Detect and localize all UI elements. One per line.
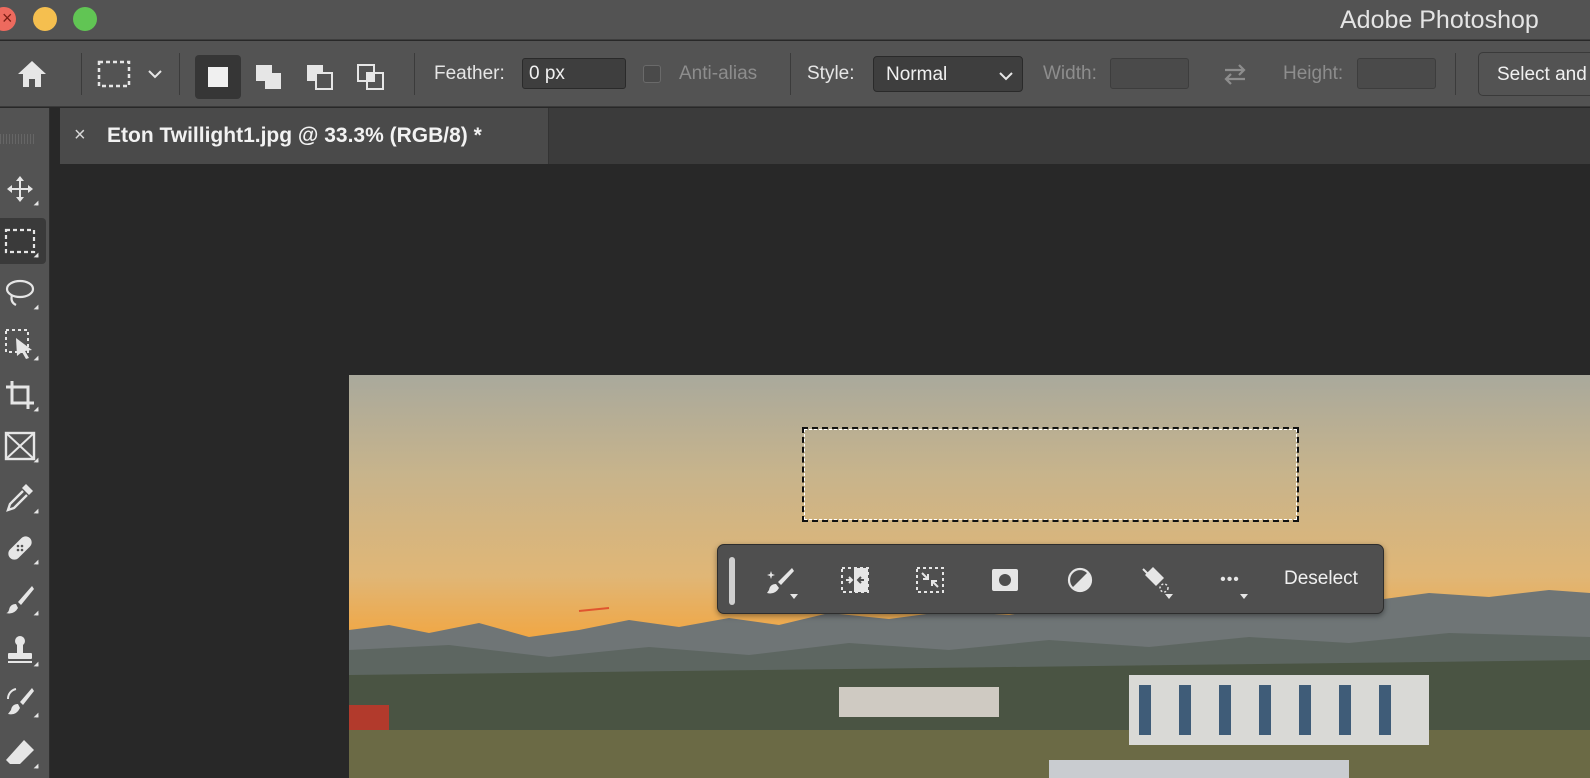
style-select-value: Normal [886, 64, 948, 85]
generative-fill-button[interactable] [758, 559, 802, 601]
history-brush-tool[interactable] [0, 678, 46, 724]
stamp-icon [8, 636, 32, 663]
healing-brush-tool[interactable] [0, 525, 46, 571]
mask-icon [992, 569, 1018, 591]
create-mask-button[interactable] [983, 559, 1027, 601]
add-to-selection-button[interactable] [246, 55, 292, 99]
panel-grip[interactable] [0, 134, 36, 144]
lasso-icon [5, 279, 35, 306]
add-selection-icon [256, 65, 281, 89]
selection-marquee[interactable] [802, 427, 1299, 522]
anti-alias-checkbox[interactable] [643, 65, 661, 83]
crop-icon [6, 381, 34, 409]
paint-bucket-icon [1142, 567, 1169, 593]
adjustment-layer-button[interactable] [1058, 559, 1102, 601]
frame-icon [4, 431, 36, 461]
deselect-button[interactable]: Deselect [1284, 568, 1358, 590]
anti-alias-label: Anti-alias [679, 63, 758, 84]
expand-selection-icon [841, 567, 869, 593]
marquee-preset-icon[interactable] [94, 57, 134, 91]
brush-icon [6, 586, 34, 614]
subtract-selection-icon [307, 65, 333, 90]
style-label: Style: [807, 63, 855, 84]
modify-selection-button[interactable] [833, 559, 877, 601]
height-label: Height: [1283, 63, 1344, 84]
eraser-icon [6, 740, 34, 764]
select-and-mask-button[interactable]: Select and Mask... [1478, 52, 1590, 96]
zoom-window-button[interactable] [73, 7, 97, 31]
document-tab-title: Eton Twillight1.jpg @ 33.3% (RGB/8) * [107, 124, 482, 147]
new-selection-icon [208, 67, 228, 87]
crop-tool[interactable] [0, 372, 46, 418]
brush-sparkle-icon [767, 568, 794, 594]
width-label: Width: [1043, 63, 1097, 84]
frame-tool[interactable] [0, 423, 46, 469]
style-select[interactable]: Normal [873, 56, 1023, 92]
close-tab-icon[interactable]: × [74, 124, 86, 147]
contextual-task-bar: ••• Deselect [717, 544, 1384, 614]
home-icon[interactable] [14, 57, 50, 91]
move-icon [7, 176, 33, 202]
eyedropper-icon [6, 484, 33, 512]
object-selection-tool[interactable] [0, 321, 46, 367]
eraser-tool[interactable] [0, 729, 46, 775]
object-selection-icon [5, 329, 32, 359]
marquee-icon [4, 228, 36, 254]
more-icon: ••• [1220, 571, 1240, 588]
fill-selection-button[interactable] [1133, 559, 1177, 601]
document-tab-bar: × Eton Twillight1.jpg @ 33.3% (RGB/8) * [60, 108, 1590, 164]
eyedropper-tool[interactable] [0, 474, 46, 520]
bandage-icon [8, 536, 32, 560]
lasso-tool[interactable] [0, 270, 46, 316]
title-bar: Adobe Photoshop [0, 0, 1590, 40]
feather-label: Feather: [434, 63, 505, 84]
new-selection-button[interactable] [195, 55, 241, 99]
tools-panel [0, 108, 50, 778]
close-window-button[interactable] [0, 7, 16, 31]
document-tab[interactable]: × Eton Twillight1.jpg @ 33.3% (RGB/8) * [60, 108, 549, 164]
options-bar: Feather: Anti-alias Style: Normal Width:… [0, 41, 1590, 107]
history-brush-icon [6, 688, 34, 715]
chevron-down-icon[interactable] [144, 63, 166, 85]
swap-width-height-icon[interactable] [1218, 59, 1252, 89]
minimize-window-button[interactable] [33, 7, 57, 31]
adjustment-icon [1067, 567, 1093, 593]
transform-selection-button[interactable] [908, 559, 952, 601]
width-input[interactable] [1110, 58, 1189, 89]
move-tool[interactable] [0, 166, 46, 212]
more-options-button[interactable]: ••• [1208, 559, 1252, 601]
contract-selection-icon [916, 567, 944, 593]
app-title: Adobe Photoshop [1340, 6, 1539, 34]
feather-input[interactable] [522, 58, 626, 89]
height-input[interactable] [1357, 58, 1436, 89]
chevron-down-icon [998, 65, 1014, 87]
drag-handle[interactable] [729, 557, 735, 605]
clone-stamp-tool[interactable] [0, 627, 46, 673]
intersect-selection-button[interactable] [348, 55, 394, 99]
intersect-selection-icon [357, 64, 384, 90]
rectangular-marquee-tool[interactable] [0, 218, 46, 264]
brush-tool[interactable] [0, 576, 46, 622]
subtract-from-selection-button[interactable] [297, 55, 343, 99]
